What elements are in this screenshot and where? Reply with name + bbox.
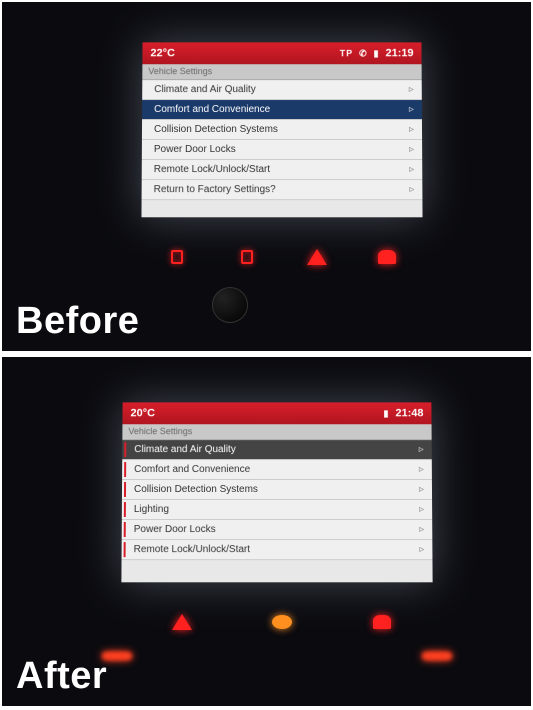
knob-indicator-glow [422,652,452,660]
temperature-readout: 20°C [130,407,155,419]
chevron-right-icon: ▹ [409,84,414,95]
before-panel: 22°C TP ✆ ▮ 21:19 Vehicle Settings Clima… [0,0,533,353]
menu-item-comfort[interactable]: Comfort and Convenience ▹ [142,100,422,120]
new-item-marker [124,482,126,497]
chevron-right-icon: ▹ [409,144,414,155]
menu-item-remote[interactable]: Remote Lock/Unlock/Start ▹ [122,540,433,560]
menu-label: Remote Lock/Unlock/Start [154,164,270,175]
menu-label: Return to Factory Settings? [154,184,276,195]
settings-menu: Climate and Air Quality ▹ Comfort and Co… [122,440,433,560]
chevron-right-icon: ▹ [419,484,424,495]
lock-button[interactable] [165,245,189,269]
airbag-warning-icon [270,610,294,634]
menu-item-door-locks[interactable]: Power Door Locks ▹ [142,140,422,160]
menu-label: Lighting [134,504,169,515]
menu-item-remote[interactable]: Remote Lock/Unlock/Start ▹ [142,160,423,180]
chevron-right-icon: ▹ [409,124,414,135]
temperature-readout: 22°C [150,47,175,59]
hazard-button[interactable] [170,610,194,634]
breadcrumb: Vehicle Settings [142,64,421,80]
caption-after: After [16,655,107,698]
chevron-right-icon: ▹ [419,504,424,515]
menu-label: Remote Lock/Unlock/Start [134,544,251,555]
menu-item-collision[interactable]: Collision Detection Systems ▹ [122,480,432,500]
chevron-right-icon: ▹ [419,544,424,555]
phone-icon: ✆ [359,48,368,59]
hazard-button[interactable] [305,245,329,269]
menu-label: Collision Detection Systems [134,484,258,495]
new-item-marker [124,502,126,517]
menu-label: Power Door Locks [134,524,216,535]
settings-menu: Climate and Air Quality ▹ Comfort and Co… [142,80,423,200]
defrost-button[interactable] [370,610,394,634]
chevron-right-icon: ▹ [409,104,414,115]
clock: 21:19 [385,47,413,59]
menu-item-door-locks[interactable]: Power Door Locks ▹ [122,520,433,540]
chevron-right-icon: ▹ [409,184,414,195]
signal-icon: ▮ [384,408,390,419]
menu-item-climate[interactable]: Climate and Air Quality ▹ [142,80,422,100]
defrost-button[interactable] [375,245,399,269]
caption-before: Before [16,300,139,343]
breadcrumb: Vehicle Settings [122,424,431,440]
new-item-marker [124,462,126,477]
infotainment-screen-after: 20°C ▮ 21:48 Vehicle Settings Climate an… [121,402,432,582]
dash-button-row [132,607,432,637]
menu-label: Climate and Air Quality [154,84,256,95]
menu-label: Climate and Air Quality [134,444,236,455]
menu-item-comfort[interactable]: Comfort and Convenience ▹ [122,460,432,480]
new-item-marker [124,542,126,557]
status-bar: 20°C ▮ 21:48 [122,402,431,424]
chevron-right-icon: ▹ [419,444,424,455]
menu-label: Power Door Locks [154,144,236,155]
menu-item-lighting[interactable]: Lighting ▹ [122,500,432,520]
new-item-marker [124,522,126,537]
chevron-right-icon: ▹ [409,164,414,175]
menu-label: Comfort and Convenience [154,104,270,115]
menu-item-collision[interactable]: Collision Detection Systems ▹ [142,120,422,140]
control-knob[interactable] [212,287,248,323]
tp-indicator: TP [340,48,353,58]
unlock-button[interactable] [235,245,259,269]
dash-button-row [142,242,422,272]
clock: 21:48 [395,407,423,419]
status-bar: 22°C TP ✆ ▮ 21:19 [142,42,421,64]
new-item-marker [124,442,126,457]
infotainment-screen-before: 22°C TP ✆ ▮ 21:19 Vehicle Settings Clima… [141,42,422,217]
signal-icon: ▮ [374,48,380,59]
chevron-right-icon: ▹ [419,524,424,535]
after-panel: 20°C ▮ 21:48 Vehicle Settings Climate an… [0,355,533,708]
menu-item-climate[interactable]: Climate and Air Quality ▹ [122,440,432,460]
menu-label: Collision Detection Systems [154,124,278,135]
chevron-right-icon: ▹ [419,464,424,475]
menu-label: Comfort and Convenience [134,464,250,475]
menu-item-factory-reset[interactable]: Return to Factory Settings? ▹ [142,180,423,200]
